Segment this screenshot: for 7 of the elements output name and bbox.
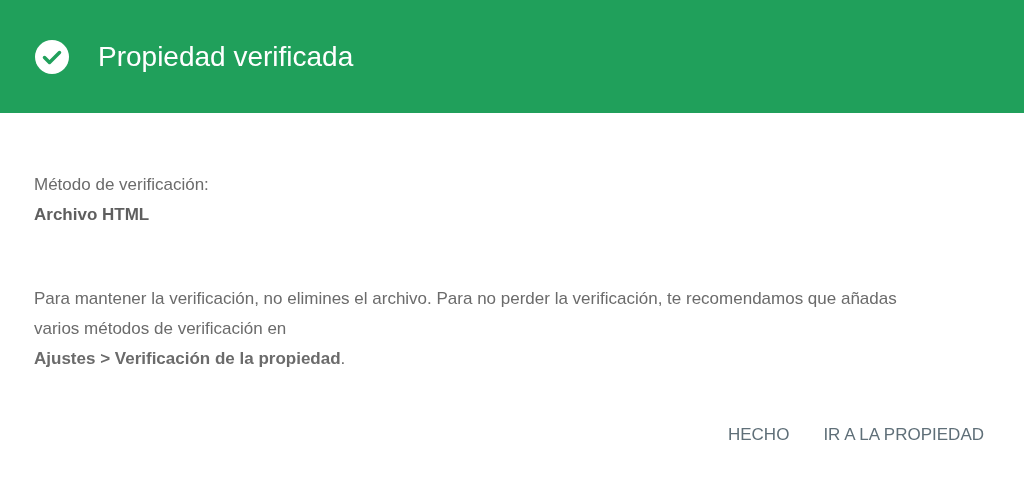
text-button[interactable]: IR A LA PROPIEDAD [813,416,994,454]
method-label: Método de verificación: [34,174,210,196]
check-circle-icon [35,39,69,74]
info-message: Para mantener la verificación, no elimines el archivo. Para no perder la verificación, te recomendamos que añadas varios métodos de verificación en Ajustes > Verificación de la propiedad. [34,288,898,370]
dialog-title: Propiedad verificada [98,39,354,74]
method-value: Archivo HTML [34,204,151,226]
text-button[interactable]: HECHO [717,416,800,454]
